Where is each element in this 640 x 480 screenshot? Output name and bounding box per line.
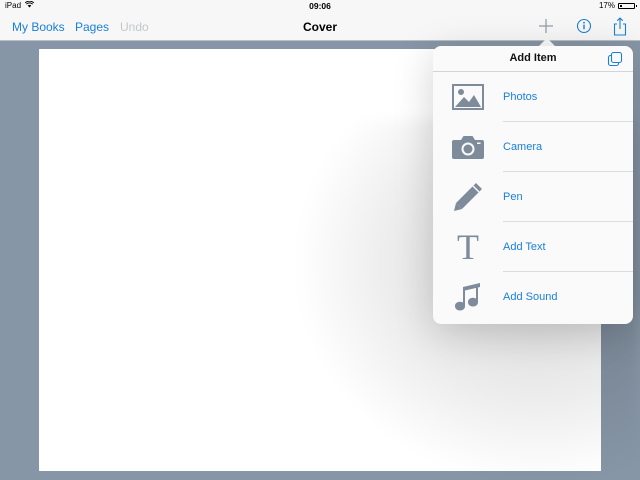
battery-percent: 17% bbox=[598, 1, 615, 10]
pen-icon bbox=[451, 182, 485, 212]
add-item-popover: Add Item Photos Camera Pen T Add Text Ad… bbox=[433, 46, 633, 324]
text-icon: T bbox=[451, 227, 485, 267]
battery-icon bbox=[618, 2, 637, 9]
item-label: Camera bbox=[503, 141, 543, 153]
add-photos-item[interactable]: Photos bbox=[433, 72, 633, 122]
popover-arrow bbox=[539, 38, 555, 46]
photo-icon bbox=[451, 82, 485, 112]
navigation-bar: My Books Pages Undo Cover bbox=[0, 12, 640, 41]
add-text-item[interactable]: T Add Text bbox=[433, 222, 633, 272]
status-bar: iPad 09:06 17% bbox=[0, 0, 640, 12]
text-glyph: T bbox=[457, 227, 479, 267]
music-note-icon bbox=[451, 282, 485, 312]
camera-icon bbox=[451, 132, 485, 162]
item-label: Pen bbox=[503, 191, 523, 203]
battery-level bbox=[620, 4, 622, 7]
add-sound-item[interactable]: Add Sound bbox=[433, 272, 633, 322]
item-label: Add Sound bbox=[503, 291, 558, 303]
info-icon[interactable] bbox=[575, 16, 593, 41]
status-time: 09:06 bbox=[309, 1, 331, 11]
status-right: 17% bbox=[598, 1, 637, 10]
share-icon[interactable] bbox=[611, 16, 629, 43]
item-label: Photos bbox=[503, 91, 538, 103]
add-camera-item[interactable]: Camera bbox=[433, 122, 633, 172]
item-label: Add Text bbox=[503, 241, 546, 253]
popover-title: Add Item bbox=[509, 52, 557, 64]
add-pen-item[interactable]: Pen bbox=[433, 172, 633, 222]
popover-header: Add Item bbox=[433, 46, 633, 72]
duplicate-icon[interactable] bbox=[607, 51, 623, 72]
